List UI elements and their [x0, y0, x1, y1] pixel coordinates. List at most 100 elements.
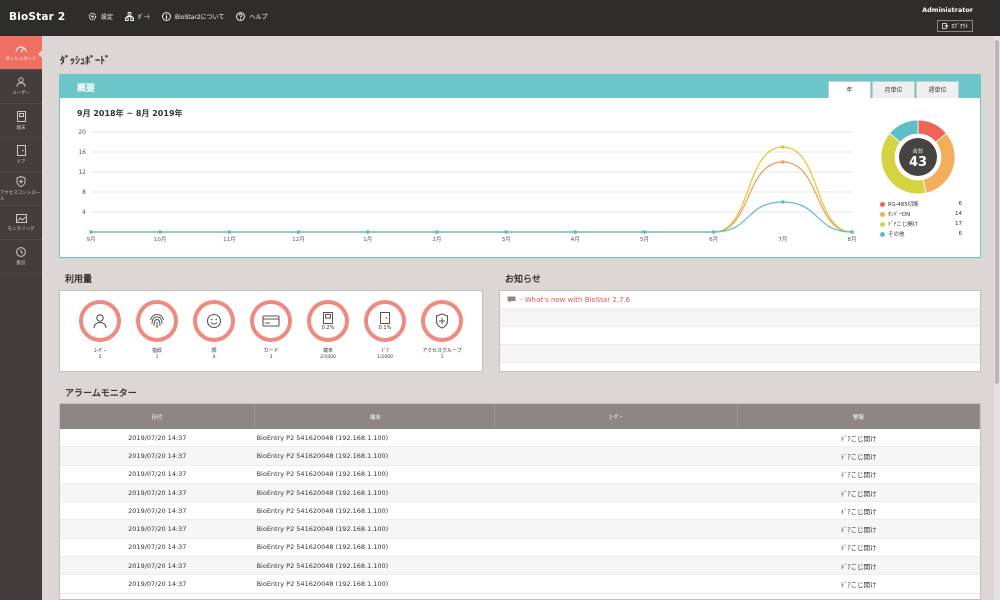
legend-value: 6 [958, 201, 963, 207]
sidebar-item-dashboard[interactable]: ダッシュボード [0, 36, 42, 70]
news-item[interactable]: - What's new with BioStar 2.7.6 [500, 291, 980, 309]
news-item [500, 309, 980, 327]
nav-about[interactable]: BioStar2について [162, 12, 224, 21]
legend-label: RS-485切断 [888, 202, 919, 208]
usage-fingerprints[interactable]: 指紋 1 [132, 300, 182, 360]
usage-panel: ﾕｰｻﾞｰ 2 指紋 1 顔 0 カード 3 0.2% 端末 2/1000 0.… [59, 290, 483, 372]
cell-date: 2019/07/20 14:37 [128, 506, 187, 515]
usage-circle [421, 300, 463, 342]
usage-label: ﾄﾞｱ [381, 348, 389, 354]
door-icon [16, 144, 26, 156]
sidebar-item-label: ダッシュボード [5, 56, 37, 62]
scrollbar-thumb[interactable] [995, 40, 999, 384]
sidebar-item-doors[interactable]: ドア [0, 138, 42, 172]
logout-button[interactable]: ﾛｸﾞｱｳﾄ [937, 20, 973, 32]
user-name[interactable]: Administrator [922, 6, 973, 14]
table-row[interactable]: 2019/07/20 14:37 BioEntry P2 541620048 (1… [60, 520, 980, 539]
alarm-title: アラームモニター [65, 389, 137, 399]
cell-alarm: ﾄﾞｱこじ開け [840, 507, 877, 516]
usage-devices[interactable]: 0.2% 端末 2/1000 [303, 300, 353, 360]
cell-alarm: ﾄﾞｱこじ開け [840, 471, 877, 480]
y-tick-label: 12 [78, 169, 86, 176]
usage-cards[interactable]: カード 3 [246, 300, 296, 360]
table-row[interactable]: 2019/07/20 14:37 BioEntry P2 541620048 (1… [60, 502, 980, 521]
legend-row: ﾄﾞｱこじ開け 17 [880, 219, 962, 229]
sidebar-item-users[interactable]: ユーザー [0, 70, 42, 104]
column-header-device[interactable]: 端末 [255, 404, 496, 429]
data-point [227, 230, 232, 234]
page-title: ﾀﾞｯｼｭﾎﾞｰﾄﾞ [60, 56, 110, 67]
sidebar-item-label: ユーザー [12, 91, 30, 96]
logout-icon [942, 23, 949, 29]
sidebar-item-monitoring[interactable]: モニタリング [0, 206, 42, 240]
cell-alarm: ﾄﾞｱこじ開け [840, 452, 877, 461]
usage-circle: 0.2% [307, 300, 349, 342]
legend-row: ﾀﾝﾊﾟｰON 14 [880, 209, 962, 219]
nav-settings[interactable]: 設定 [88, 12, 113, 21]
usage-label: 端末 [322, 348, 333, 354]
table-row[interactable]: 2019/07/20 14:37 BioEntry P2 541620048 (1… [60, 539, 980, 558]
column-header-alarm[interactable]: 警報 [738, 404, 980, 429]
legend-row: その他 6 [880, 229, 962, 239]
table-row[interactable]: 2019/07/20 14:37 BioEntry P2 541620048 (1… [60, 575, 980, 594]
monitoring-icon [15, 213, 27, 223]
cell-device: BioEntry P2 541620048 (192.168.1.100) [256, 580, 389, 589]
cell-date: 2019/07/20 14:37 [128, 543, 187, 552]
usage-access-groups[interactable]: アクセスグループ 1 [417, 300, 467, 360]
cell-date: 2019/07/20 14:37 [128, 470, 187, 479]
card-icon [262, 315, 280, 327]
nav-settings-label: 設定 [101, 14, 114, 21]
nav-help-label: ヘルプ [249, 14, 268, 21]
y-tick-label: 4 [82, 209, 86, 216]
network-icon [125, 12, 135, 21]
usage-doors[interactable]: 0.1% ﾄﾞｱ 1/1000 [360, 300, 410, 360]
table-row[interactable]: 2019/07/20 14:37 BioEntry P2 541620048 (1… [60, 429, 980, 448]
data-point [158, 230, 162, 234]
y-tick-label: 20 [78, 129, 86, 136]
data-point [781, 200, 785, 204]
nav-about-label: BioStar2について [175, 14, 225, 21]
cell-date: 2019/07/20 14:37 [128, 561, 187, 570]
cell-date: 2019/07/20 14:37 [128, 433, 187, 442]
table-row[interactable]: 2019/07/20 14:37 BioEntry P2 541620048 (1… [60, 447, 980, 466]
news-link[interactable]: - What's new with BioStar 2.7.6 [520, 296, 630, 304]
sidebar-item-devices[interactable]: 端末 [0, 104, 42, 138]
cell-alarm: ﾄﾞｱこじ開け [840, 562, 877, 571]
gear-icon [88, 12, 97, 21]
table-row[interactable]: 2019/07/20 14:37 BioEntry P2 541620048 (1… [60, 557, 980, 576]
data-point [781, 145, 785, 149]
door-icon [380, 311, 390, 324]
usage-faces[interactable]: 顔 0 [189, 300, 239, 360]
data-point [435, 230, 439, 234]
nav-port-label: ﾎﾟｰﾄ [138, 14, 151, 21]
nav-help[interactable]: ヘルプ [236, 12, 267, 21]
x-tick-label: 2月 [432, 236, 441, 243]
nav-port[interactable]: ﾎﾟｰﾄ [125, 12, 150, 21]
data-point [296, 230, 301, 234]
usage-value: 2 [98, 355, 102, 360]
info-icon [162, 12, 171, 21]
column-header-date[interactable]: 日付 [60, 404, 255, 429]
sidebar-item-time-attendance[interactable]: 勤怠 [0, 240, 42, 274]
sidebar-item-label: 勤怠 [16, 261, 26, 266]
table-row[interactable]: 2019/07/20 14:37 BioEntry P2 541620048 (1… [60, 483, 980, 503]
legend-value: 6 [958, 231, 963, 237]
cell-device: BioEntry P2 541620048 (192.168.1.100) [256, 543, 389, 552]
sidebar-item-label: アクセスコントロール [0, 190, 41, 202]
x-tick-label: 3月 [502, 236, 511, 243]
page-scrollbar[interactable] [994, 36, 1000, 600]
news-item [500, 345, 980, 363]
column-header-user[interactable]: ﾕｰｻﾞｰ [495, 404, 738, 429]
sidebar-item-access-control[interactable]: アクセスコントロール [0, 172, 42, 206]
x-tick-label: 1月 [363, 236, 372, 243]
usage-users[interactable]: ﾕｰｻﾞｰ 2 [75, 300, 125, 360]
legend-label: ﾀﾝﾊﾟｰON [888, 212, 911, 218]
sidebar-item-label: モニタリング [7, 226, 35, 232]
usage-value: 2/1000 [320, 355, 336, 360]
sidebar: ダッシュボード ユーザー 端末 ドア アクセスコントロール モニタリング 勤怠 [0, 36, 42, 600]
cell-date: 2019/07/20 14:37 [128, 488, 187, 497]
app-brand[interactable]: BioStar 2 [9, 11, 65, 23]
table-row[interactable]: 2019/07/20 14:37 BioEntry P2 541620048 (1… [60, 466, 980, 484]
data-point [504, 230, 508, 234]
data-point [781, 160, 785, 164]
